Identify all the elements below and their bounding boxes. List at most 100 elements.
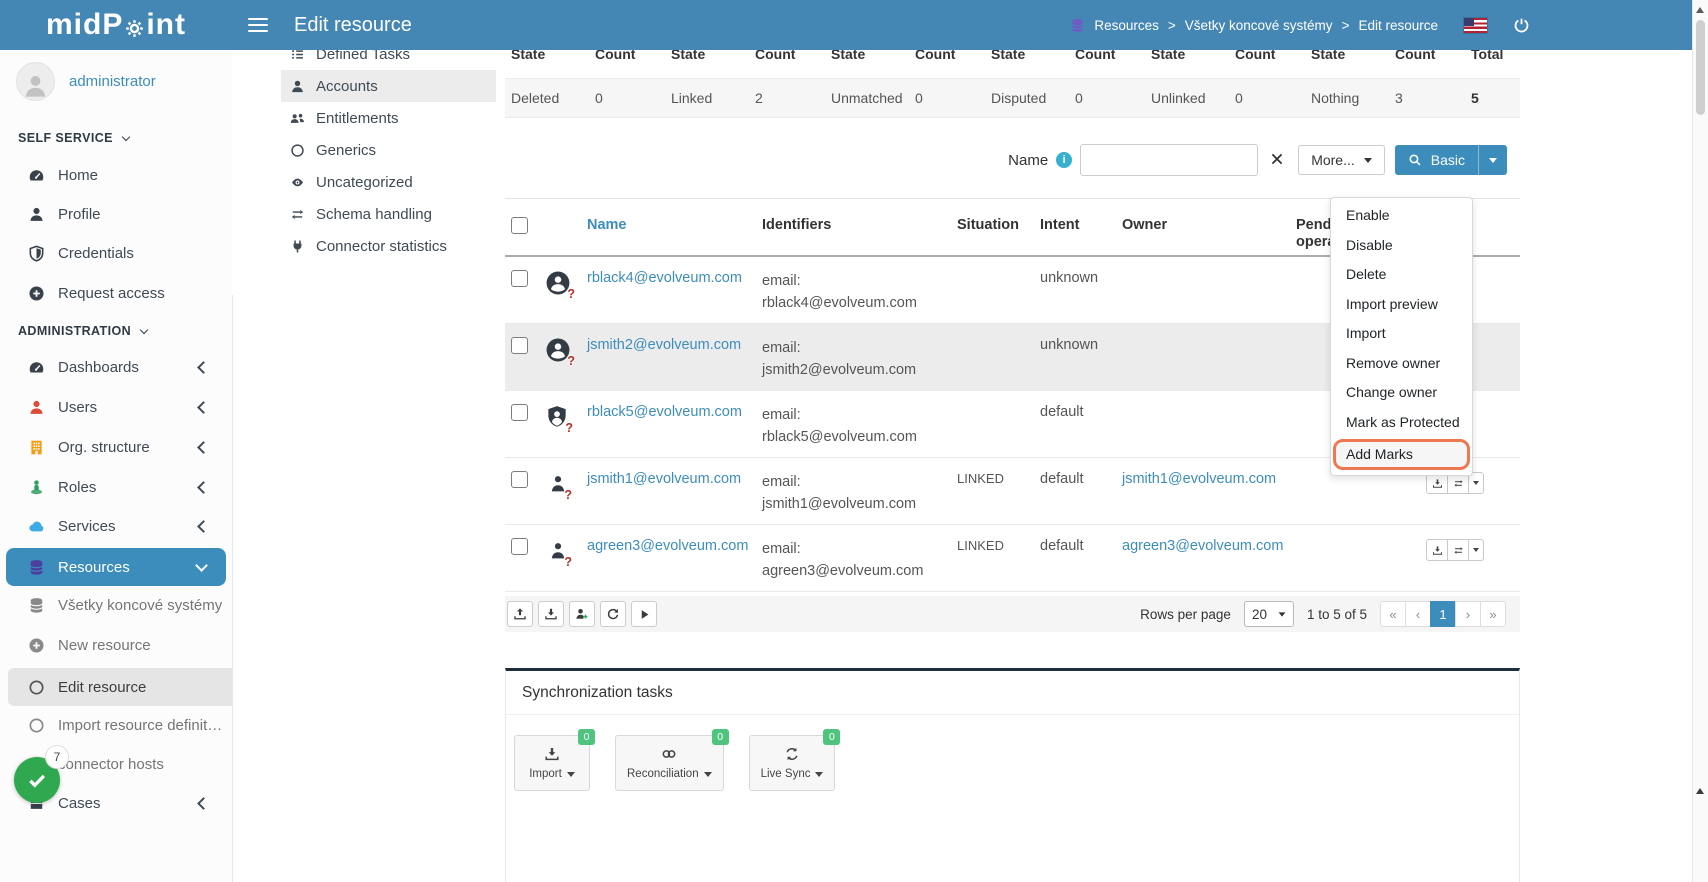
- midpoint-logo[interactable]: midP int: [0, 8, 232, 42]
- sidebar-item-label: Request access: [58, 285, 165, 302]
- rows-per-page-value: 20: [1252, 607, 1267, 622]
- search-input[interactable]: [1080, 144, 1258, 176]
- sidebar-item-org-structure[interactable]: Org. structure: [8, 428, 232, 466]
- menu-item-label: Connector statistics: [316, 238, 447, 255]
- hamburger-menu-icon[interactable]: [248, 18, 268, 32]
- menu-item-accounts[interactable]: Accounts: [281, 70, 496, 102]
- sidebar-item-resources[interactable]: Resources: [6, 548, 226, 586]
- column-header-owner: Owner: [1122, 199, 1296, 255]
- language-flag-icon[interactable]: [1464, 18, 1487, 33]
- account-circle-question-icon: [545, 270, 571, 296]
- menu-item-import[interactable]: Import: [1331, 319, 1472, 349]
- search-mode-dropdown[interactable]: [1478, 145, 1507, 175]
- power-icon[interactable]: [1513, 17, 1530, 34]
- play-button[interactable]: [631, 601, 657, 627]
- row-checkbox[interactable]: [511, 471, 528, 488]
- refresh-button[interactable]: [600, 601, 626, 627]
- add-account-button[interactable]: [569, 601, 595, 627]
- row-checkbox[interactable]: [511, 270, 528, 287]
- last-page-button[interactable]: »: [1480, 601, 1506, 627]
- sidebar-item-credentials[interactable]: Credentials: [8, 234, 232, 272]
- next-page-button[interactable]: ›: [1455, 601, 1481, 627]
- scroll-top-arrow-icon[interactable]: [1696, 788, 1704, 794]
- account-name-link[interactable]: jsmith1@evolveum.com: [587, 458, 762, 524]
- top-navbar: midP int Edit resource Resources > Všetk…: [0, 0, 1692, 50]
- account-shield-question-icon: [545, 404, 569, 430]
- situation-value: LINKED: [957, 458, 1040, 524]
- sidebar-item-request-access[interactable]: Request access: [8, 274, 232, 312]
- sidebar-item-profile[interactable]: Profile: [8, 195, 232, 233]
- search-mode-button[interactable]: Basic: [1395, 145, 1507, 175]
- owner-link[interactable]: jsmith1@evolveum.com: [1122, 458, 1296, 524]
- breadcrumb-resources[interactable]: Resources: [1094, 18, 1159, 33]
- sidebar-item-label: Všetky koncové systémy: [58, 597, 222, 614]
- current-page-button[interactable]: 1: [1430, 601, 1456, 627]
- menu-item-generics[interactable]: Generics: [281, 134, 496, 166]
- menu-item-delete[interactable]: Delete: [1331, 260, 1472, 290]
- upload-button[interactable]: [507, 601, 533, 627]
- menu-item-import-preview[interactable]: Import preview: [1331, 290, 1472, 320]
- info-icon[interactable]: [1056, 152, 1072, 168]
- breadcrumb-all-resources[interactable]: Všetky koncové systémy: [1185, 18, 1333, 33]
- menu-item-disable[interactable]: Disable: [1331, 231, 1472, 261]
- previous-page-button[interactable]: ‹: [1405, 601, 1431, 627]
- sidebar-item-new-resource[interactable]: New resource: [8, 626, 232, 664]
- sidebar-item-roles[interactable]: Roles: [8, 468, 232, 506]
- owner-link[interactable]: agreen3@evolveum.com: [1122, 525, 1296, 591]
- row-checkbox[interactable]: [511, 404, 528, 421]
- sidebar-item-all-resources[interactable]: Všetky koncové systémy: [8, 586, 232, 624]
- sidebar-item-label: Roles: [58, 479, 96, 496]
- transfer-account-button[interactable]: [1447, 539, 1469, 561]
- first-page-button[interactable]: «: [1380, 601, 1406, 627]
- select-all-checkbox[interactable]: [511, 217, 528, 234]
- reconciliation-task-button[interactable]: 0 Reconciliation: [615, 735, 724, 791]
- clear-search-icon[interactable]: [1269, 151, 1287, 169]
- row-checkbox[interactable]: [511, 538, 528, 555]
- paging-summary: 1 to 5 of 5: [1307, 607, 1367, 622]
- sidebar-item-home[interactable]: Home: [8, 156, 232, 194]
- search-bar: Name More... Basic: [1008, 145, 1507, 175]
- import-task-button[interactable]: 0 Import: [514, 735, 590, 791]
- user-profile-link[interactable]: administrator: [16, 62, 156, 101]
- menu-item-schema-handling[interactable]: Schema handling: [281, 198, 496, 230]
- chevron-left-icon: [197, 481, 210, 494]
- menu-item-label: Schema handling: [316, 206, 432, 223]
- sidebar-item-dashboards[interactable]: Dashboards: [8, 348, 232, 386]
- account-name-link[interactable]: rblack4@evolveum.com: [587, 257, 762, 323]
- sidebar-item-edit-resource[interactable]: Edit resource: [8, 668, 232, 706]
- database-icon: [28, 597, 45, 614]
- row-menu-button[interactable]: [1468, 539, 1484, 561]
- menu-item-entitlements[interactable]: Entitlements: [281, 102, 496, 134]
- vertical-scrollbar[interactable]: [1692, 0, 1708, 882]
- menu-item-remove-owner[interactable]: Remove owner: [1331, 349, 1472, 379]
- account-name-link[interactable]: agreen3@evolveum.com: [587, 525, 762, 591]
- menu-item-connector-statistics[interactable]: Connector statistics: [281, 230, 496, 262]
- scroll-up-arrow-icon[interactable]: [1696, 7, 1704, 13]
- menu-item-enable[interactable]: Enable: [1331, 201, 1472, 231]
- menu-item-add-marks[interactable]: Add Marks: [1333, 439, 1470, 470]
- sidebar-item-users[interactable]: Users: [8, 388, 232, 426]
- live-sync-task-button[interactable]: 0 Live Sync: [749, 735, 836, 791]
- search-mode-label: Basic: [1431, 152, 1465, 168]
- sync-icon: [784, 746, 800, 762]
- menu-item-mark-as-protected[interactable]: Mark as Protected: [1331, 408, 1472, 438]
- download-account-button[interactable]: [1426, 539, 1448, 561]
- sidebar-item-services[interactable]: Services: [8, 507, 232, 545]
- menu-item-uncategorized[interactable]: Uncategorized: [281, 166, 496, 198]
- breadcrumb-separator: >: [1168, 18, 1176, 33]
- scrollbar-thumb[interactable]: [1696, 20, 1705, 115]
- section-label: SELF SERVICE: [18, 131, 113, 145]
- caret-down-icon: [1279, 612, 1286, 616]
- sidebar-section-self-service[interactable]: SELF SERVICE: [18, 128, 216, 148]
- row-checkbox[interactable]: [511, 337, 528, 354]
- sidebar-section-administration[interactable]: ADMINISTRATION: [18, 321, 216, 341]
- account-name-link[interactable]: jsmith2@evolveum.com: [587, 324, 762, 390]
- download-button[interactable]: [538, 601, 564, 627]
- rows-per-page-select[interactable]: 20: [1244, 601, 1294, 627]
- menu-item-change-owner[interactable]: Change owner: [1331, 378, 1472, 408]
- column-header-name[interactable]: Name: [587, 199, 762, 255]
- account-name-link[interactable]: rblack5@evolveum.com: [587, 391, 762, 457]
- sidebar-item-import-resource[interactable]: Import resource definit…: [8, 706, 232, 744]
- more-filters-button[interactable]: More...: [1298, 145, 1385, 175]
- sidebar-item-label: New resource: [58, 637, 151, 654]
